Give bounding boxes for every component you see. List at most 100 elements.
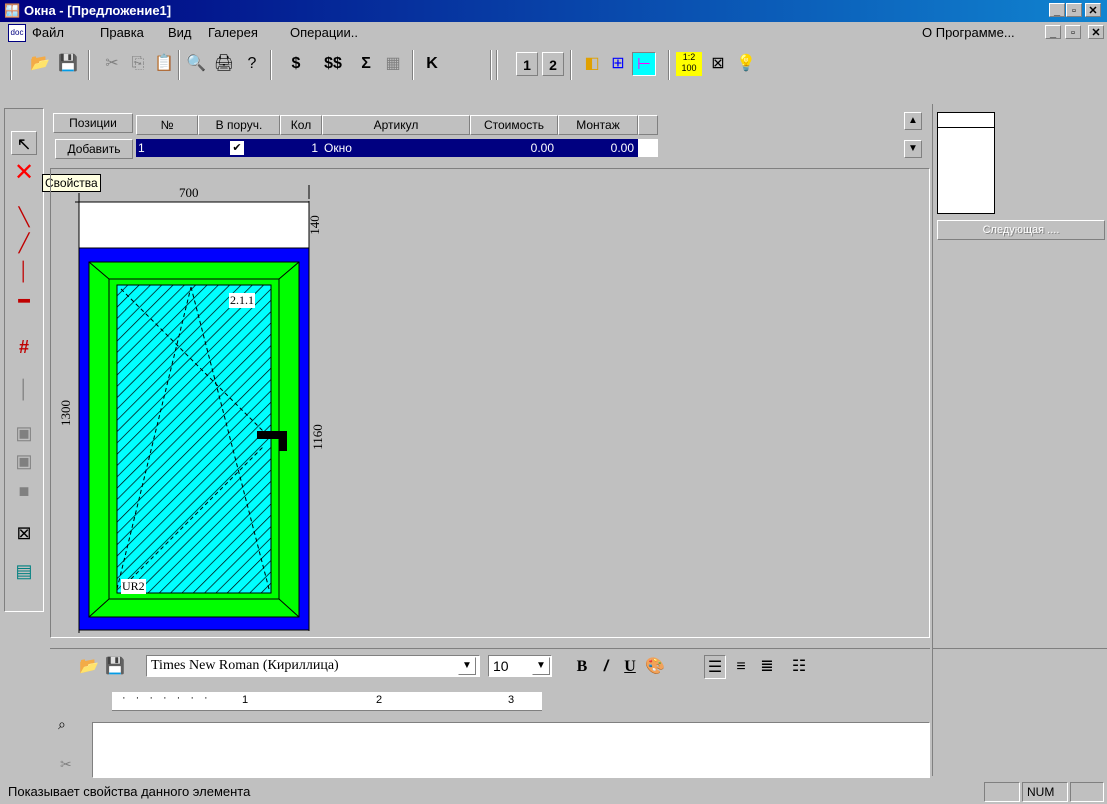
separator — [88, 50, 90, 80]
minimize-button[interactable]: _ — [1049, 3, 1065, 17]
copy-icon[interactable]: ⎘ — [126, 52, 150, 76]
view-1-button[interactable]: 1 — [516, 52, 538, 76]
text-editor[interactable] — [92, 722, 930, 778]
underline-icon[interactable]: U — [620, 655, 640, 679]
menu-operations[interactable]: Операции.. — [290, 25, 358, 40]
layout-color-icon[interactable]: ⊢ — [632, 52, 656, 76]
status-text: Показывает свойства данного элемента — [8, 784, 251, 799]
bullet-list-icon[interactable]: ☷ — [788, 655, 810, 679]
menu-bar: doc Файл Правка Вид Галерея Операции.. О… — [0, 22, 1107, 44]
window-title: Окна - [Предложение1] — [24, 3, 172, 18]
grid-cell-article[interactable]: Окно — [322, 139, 470, 157]
grid-scale-icon[interactable]: ⊠ — [706, 52, 730, 76]
grid-header-article[interactable]: Артикул — [322, 115, 470, 135]
grid-cell-end — [638, 139, 658, 157]
font-select[interactable]: Times New Roman (Кириллица) — [146, 655, 480, 677]
ruler-mark-3: 3 — [508, 694, 515, 706]
app-icon: 🪟 — [4, 3, 21, 18]
align-left-icon[interactable]: ☰ — [704, 655, 726, 679]
table-icon[interactable]: ▦ — [380, 52, 406, 76]
k-button[interactable]: K — [420, 52, 444, 76]
diagonal-down-tool-icon[interactable]: ╲ — [11, 205, 37, 229]
add-button[interactable]: Добавить — [55, 139, 133, 159]
editor-open-icon[interactable]: 📂 — [78, 655, 100, 679]
width-dimension: 700 — [179, 185, 199, 200]
status-bar: Показывает свойства данного элемента NUM — [0, 780, 1107, 804]
grid-header-cost[interactable]: Стоимость — [470, 115, 558, 135]
cut-icon[interactable]: ✂ — [100, 52, 124, 76]
delete-tool-icon[interactable]: ✕ — [11, 161, 37, 185]
preview-box — [937, 112, 995, 214]
scissors-icon[interactable]: ✂ — [60, 756, 72, 773]
font-dropdown-arrow[interactable]: ▼ — [458, 657, 476, 675]
splitter-tool-icon[interactable]: │ — [11, 377, 37, 401]
image-tool-icon[interactable]: ▤ — [11, 559, 37, 583]
save-icon[interactable]: 💾 — [56, 52, 80, 76]
preview-icon[interactable]: 🔍 — [184, 52, 208, 76]
toolbar-grip — [10, 50, 12, 80]
separator — [570, 50, 572, 80]
paste-icon[interactable]: 📋 — [152, 52, 176, 76]
doc-close-button[interactable]: ✕ — [1088, 25, 1104, 39]
grid-cell-number[interactable]: 1 — [136, 139, 198, 157]
align-right-icon[interactable]: ≣ — [756, 655, 778, 679]
view-2-button[interactable]: 2 — [542, 52, 564, 76]
grid-scroll-down[interactable]: ▼ — [904, 140, 922, 158]
sash-tool-icon[interactable]: ▣ — [11, 449, 37, 473]
opening-tool-icon[interactable]: ⊠ — [11, 521, 37, 545]
layout-grid-icon[interactable]: ⊞ — [606, 52, 630, 76]
bold-icon[interactable]: B — [572, 655, 592, 679]
status-panel-end — [1070, 782, 1104, 802]
editor-save-icon[interactable]: 💾 — [104, 655, 126, 679]
next-button[interactable]: Следующая .... — [937, 220, 1105, 240]
select-tool-icon[interactable]: ↖ — [11, 131, 37, 155]
scale-button[interactable]: 1:2 100 — [676, 52, 702, 76]
print-icon[interactable]: 🖨 — [212, 52, 236, 76]
grid-cell-mount[interactable]: 0.00 — [558, 139, 638, 157]
menu-about[interactable]: О Программе... — [922, 25, 1015, 40]
color-icon[interactable]: 🎨 — [644, 655, 666, 679]
grid-tool-icon[interactable]: # — [11, 335, 37, 359]
size-dropdown-arrow[interactable]: ▼ — [532, 657, 550, 675]
italic-icon[interactable]: / — [596, 655, 616, 679]
bulb-icon[interactable]: 💡 — [734, 52, 758, 76]
grid-cell-cost[interactable]: 0.00 — [470, 139, 558, 157]
close-button[interactable]: ✕ — [1085, 3, 1101, 17]
layout-left-icon[interactable]: ◧ — [580, 52, 604, 76]
grid-cell-qty[interactable]: 1 — [280, 139, 322, 157]
horizontal-line-tool-icon[interactable]: ━ — [11, 289, 37, 313]
menu-view[interactable]: Вид — [168, 25, 192, 40]
grid-scroll-up[interactable]: ▲ — [904, 112, 922, 130]
fill-tool-icon[interactable]: ■ — [11, 479, 37, 503]
drawing-canvas[interactable]: 700 140 1300 1160 2.1.1 UR2 — [50, 168, 930, 638]
main-toolbar: 📂 💾 ✂ ⎘ 📋 🔍 🖨 ? $ $$ Σ ▦ K 1 2 ◧ ⊞ ⊢ 1:2… — [0, 44, 1107, 100]
grid-header-qty[interactable]: Кол — [280, 115, 322, 135]
doc-maximize-button[interactable]: ▫ — [1065, 25, 1081, 39]
grid-header-number[interactable]: № — [136, 115, 198, 135]
maximize-button[interactable]: ▫ — [1066, 3, 1082, 17]
total-cost-button[interactable]: $$ — [318, 52, 348, 76]
editor-toolbar: 📂 💾 Times New Roman (Кириллица) ▼ 10 ▼ B… — [50, 648, 930, 689]
diagonal-up-tool-icon[interactable]: ╱ — [11, 231, 37, 255]
sum-button[interactable]: Σ — [354, 52, 378, 76]
open-icon[interactable]: 📂 — [28, 52, 52, 76]
separator — [496, 50, 498, 80]
menu-edit[interactable]: Правка — [100, 25, 144, 40]
binoculars-icon[interactable]: ⌕ — [58, 716, 66, 733]
document-icon: doc — [8, 24, 26, 42]
frame-tool-icon[interactable]: ▣ — [11, 421, 37, 445]
sash-label: 2.1.1 — [229, 293, 255, 308]
menu-file[interactable]: Файл — [32, 25, 64, 40]
cost-button[interactable]: $ — [284, 52, 308, 76]
doc-minimize-button[interactable]: _ — [1045, 25, 1061, 39]
help-icon[interactable]: ? — [240, 52, 264, 76]
grid-cell-ordered[interactable]: ✔ — [198, 139, 280, 157]
grid-header-ordered[interactable]: В поруч. — [198, 115, 280, 135]
grid-header-mount[interactable]: Монтаж — [558, 115, 638, 135]
ordered-checkbox[interactable]: ✔ — [230, 141, 244, 155]
vertical-line-tool-icon[interactable]: │ — [11, 259, 37, 283]
title-bar: 🪟 Окна - [Предложение1] _ ▫ ✕ — [0, 0, 1107, 22]
align-center-icon[interactable]: ≡ — [730, 655, 752, 679]
separator — [668, 50, 670, 80]
menu-gallery[interactable]: Галерея — [208, 25, 258, 40]
